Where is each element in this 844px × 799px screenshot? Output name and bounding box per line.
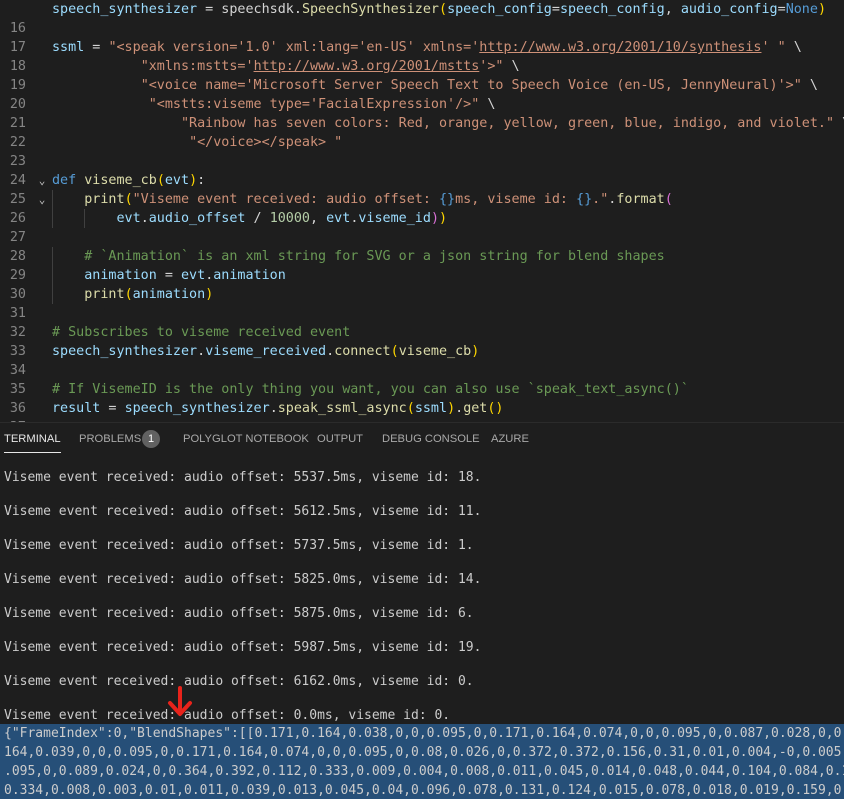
tab-azure[interactable]: AZURE: [491, 423, 529, 455]
terminal-line: 164,0.039,0,0,0.095,0,0.171,0.164,0.074,…: [4, 745, 844, 760]
code-line[interactable]: 29 # `Animation` is an xml string for SV…: [0, 247, 844, 283]
red-arrow-annotation-icon: [168, 686, 192, 716]
code-text[interactable]: animation = evt.animation: [52, 266, 286, 285]
code-text[interactable]: "</voice></speak> ": [52, 133, 342, 152]
code-line[interactable]: 17: [0, 19, 844, 55]
problems-count-badge: 1: [142, 430, 160, 448]
code-editor[interactable]: 16 speech_synthesizer = speechsdk.Speech…: [0, 0, 844, 422]
fold-chevron-icon[interactable]: ⌄: [35, 190, 49, 209]
tab-output[interactable]: OUTPUT: [317, 423, 363, 455]
code-text[interactable]: speech_synthesizer.viseme_received.conne…: [52, 342, 479, 361]
code-line[interactable]: 18 ssml = "<speak version='1.0' xml:lang…: [0, 38, 844, 74]
code-line[interactable]: 26 ⌄ print("Viseme event received: audio…: [0, 190, 844, 226]
fold-chevron-icon[interactable]: ⌄: [35, 171, 49, 190]
code-line[interactable]: 28: [0, 228, 844, 264]
code-line[interactable]: 19 "xmlns:mstts='http://www.w3.org/2001/…: [0, 57, 844, 93]
code-text[interactable]: def viseme_cb(evt):: [52, 171, 205, 190]
code-text[interactable]: "<voice name='Microsoft Server Speech Te…: [52, 76, 818, 95]
code-text[interactable]: result = speech_synthesizer.speak_ssml_a…: [52, 399, 504, 418]
terminal-line: 0.334,0.008,0.003,0.01,0.011,0.039,0.013…: [4, 783, 844, 798]
terminal-line: Viseme event received: audio offset: 561…: [4, 504, 482, 519]
code-line[interactable]: 30 animation = evt.animation: [0, 266, 844, 302]
code-line[interactable]: 37 result = speech_synthesizer.speak_ssm…: [0, 399, 844, 422]
code-text[interactable]: # `Animation` is an xml string for SVG o…: [52, 247, 664, 266]
code-line[interactable]: 23 "</voice></speak> ": [0, 133, 844, 169]
code-text[interactable]: print(animation): [52, 285, 213, 304]
code-line[interactable]: 34 speech_synthesizer.viseme_received.co…: [0, 342, 844, 378]
code-text[interactable]: ssml = "<speak version='1.0' xml:lang='e…: [52, 38, 802, 57]
code-line[interactable]: 31 print(animation): [0, 285, 844, 321]
tab-polyglot-notebook[interactable]: POLYGLOT NOTEBOOK: [183, 423, 309, 455]
code-text[interactable]: "<mstts:viseme type='FacialExpression'/>…: [52, 95, 496, 114]
code-text[interactable]: # Subscribes to viseme received event: [52, 323, 350, 342]
code-line[interactable]: 33 # Subscribes to viseme received event: [0, 323, 844, 359]
code-line[interactable]: 35: [0, 361, 844, 397]
terminal-output[interactable]: Viseme event received: audio offset: 553…: [0, 454, 844, 799]
terminal-line: {"FrameIndex":0,"BlendShapes":[[0.171,0.…: [4, 726, 844, 741]
code-line[interactable]: 20 "<voice name='Microsoft Server Speech…: [0, 76, 844, 112]
tab-problems[interactable]: PROBLEMS: [79, 423, 141, 455]
terminal-line: Viseme event received: audio offset: 587…: [4, 606, 474, 621]
terminal-line: Viseme event received: audio offset: 616…: [4, 674, 474, 689]
terminal-line: Viseme event received: audio offset: 582…: [4, 572, 482, 587]
code-text[interactable]: speech_synthesizer = speechsdk.SpeechSyn…: [52, 0, 826, 19]
code-line[interactable]: 24: [0, 152, 844, 188]
selected-blendshape-output[interactable]: {"FrameIndex":0,"BlendShapes":[[0.171,0.…: [0, 724, 844, 799]
code-line[interactable]: 25 ⌄ def viseme_cb(evt):: [0, 171, 844, 207]
code-line[interactable]: 27 evt.audio_offset / 10000, evt.viseme_…: [0, 209, 844, 245]
code-text[interactable]: # If VisemeID is the only thing you want…: [52, 380, 689, 399]
terminal-line: .095,0,0.089,0.024,0,0.364,0.392,0.112,0…: [4, 764, 844, 779]
code-line[interactable]: 16 speech_synthesizer = speechsdk.Speech…: [0, 0, 844, 36]
code-line[interactable]: 36 # If VisemeID is the only thing you w…: [0, 380, 844, 416]
code-text[interactable]: "Rainbow has seven colors: Red, orange, …: [52, 114, 844, 133]
tab-terminal[interactable]: TERMINAL: [4, 423, 61, 455]
terminal-line: Viseme event received: audio offset: 573…: [4, 538, 474, 553]
terminal-line: Viseme event received: audio offset: 553…: [4, 470, 482, 485]
panel-tab-bar: TERMINAL PROBLEMS 1 POLYGLOT NOTEBOOK OU…: [0, 422, 844, 455]
tab-debug-console[interactable]: DEBUG CONSOLE: [382, 423, 480, 455]
code-text[interactable]: evt.audio_offset / 10000, evt.viseme_id)…: [52, 209, 448, 228]
terminal-line: Viseme event received: audio offset: 598…: [4, 640, 482, 655]
terminal-line: Viseme event received: audio offset: 0.0…: [4, 708, 451, 723]
code-line[interactable]: 32: [0, 304, 844, 340]
code-line[interactable]: 22 "Rainbow has seven colors: Red, orang…: [0, 114, 844, 150]
code-line[interactable]: 21 "<mstts:viseme type='FacialExpression…: [0, 95, 844, 131]
code-text[interactable]: "xmlns:mstts='http://www.w3.org/2001/mst…: [52, 57, 520, 76]
code-text[interactable]: print("Viseme event received: audio offs…: [52, 190, 673, 209]
